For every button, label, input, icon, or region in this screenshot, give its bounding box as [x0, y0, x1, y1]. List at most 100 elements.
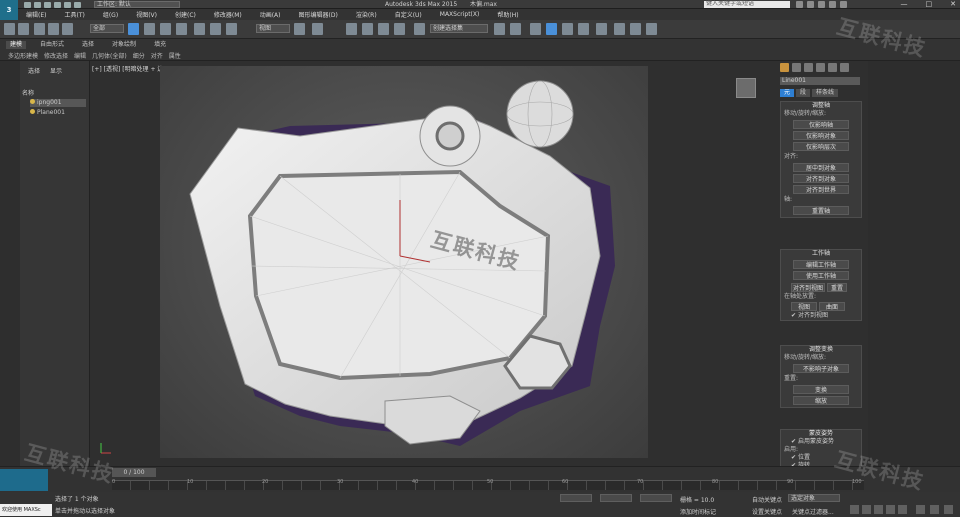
toggle-ribbon-icon[interactable] — [546, 23, 557, 35]
pivot-center-icon[interactable] — [294, 23, 305, 35]
ik-button[interactable]: 段 — [796, 89, 811, 97]
align-to-view-button[interactable]: 对齐到视图 — [791, 283, 825, 292]
tab-modeling[interactable]: 建模 — [6, 41, 27, 49]
motion-tab-icon[interactable] — [816, 63, 825, 72]
add-time-tag[interactable]: 添加时间标记 — [680, 507, 716, 516]
use-working-pivot-button[interactable]: 使用工作轴 — [793, 271, 849, 280]
x-coordinate-field[interactable] — [560, 494, 592, 502]
rotate-icon[interactable] — [210, 23, 221, 35]
display-tab-icon[interactable] — [828, 63, 837, 72]
reset-scale-button[interactable]: 缩放 — [793, 396, 849, 405]
modify-tab-icon[interactable] — [792, 63, 801, 72]
align-to-world-button[interactable]: 对齐到世界 — [793, 185, 849, 194]
pan-icon[interactable] — [930, 505, 939, 514]
undo-icon[interactable] — [54, 1, 61, 8]
rollout-title[interactable]: 工作轴 — [781, 250, 861, 258]
key-filters-button[interactable]: 关键点过滤器... — [792, 507, 834, 516]
angle-snap-icon[interactable] — [362, 23, 373, 35]
go-to-end-icon[interactable] — [898, 505, 907, 514]
curve-editor-icon[interactable] — [562, 23, 573, 35]
perspective-viewport[interactable]: [+] [透视] [明暗处理 + 边面] — [90, 61, 776, 466]
ribbon-subdivision[interactable]: 细分 — [133, 51, 145, 60]
set-key-label[interactable]: 设置关键点 — [752, 507, 782, 516]
window-crossing-icon[interactable] — [176, 23, 187, 35]
help-search-input[interactable]: 键入关键字或短语 — [704, 1, 790, 8]
position-checkbox[interactable]: 位置 — [781, 454, 861, 462]
time-slider[interactable]: 0 / 100 — [112, 468, 156, 477]
render-production-icon[interactable] — [646, 23, 657, 35]
maxscript-listener-input[interactable]: 欢迎使用 MAXSc — [0, 504, 52, 516]
explorer-item[interactable]: ipng001 — [30, 99, 86, 107]
light-bulb-icon[interactable] — [30, 99, 35, 104]
explorer-item[interactable]: Plane001 — [30, 109, 86, 117]
subscription-icon[interactable] — [807, 1, 814, 8]
ribbon-properties[interactable]: 属性 — [169, 51, 181, 60]
minimize-button[interactable]: — — [901, 0, 908, 9]
rect-selection-icon[interactable] — [160, 23, 171, 35]
select-manipulate-icon[interactable] — [312, 23, 323, 35]
material-editor-icon[interactable] — [596, 23, 607, 35]
pivot-button[interactable]: 元 — [780, 89, 795, 97]
tab-selection[interactable]: 选择 — [78, 41, 98, 49]
menu-views[interactable]: 视图(V) — [136, 10, 157, 19]
redo-icon[interactable] — [18, 23, 29, 35]
menu-customize[interactable]: 自定义(U) — [395, 10, 422, 19]
go-to-start-icon[interactable] — [850, 505, 859, 514]
next-frame-icon[interactable] — [886, 505, 895, 514]
search-icon[interactable] — [796, 1, 803, 8]
menu-group[interactable]: 组(G) — [103, 10, 118, 19]
place-surface-button[interactable]: 曲面 — [819, 302, 845, 311]
reset-pivot-button[interactable]: 重置轴 — [793, 206, 849, 215]
hierarchy-tab-icon[interactable] — [804, 63, 813, 72]
help-icon[interactable] — [840, 1, 847, 8]
scale-icon[interactable] — [226, 23, 237, 35]
link-icon[interactable] — [34, 23, 45, 35]
save-file-icon[interactable] — [44, 1, 51, 8]
explorer-tab-display[interactable]: 显示 — [50, 66, 62, 75]
viewport-canvas[interactable] — [160, 66, 648, 458]
maxscript-mini-listener[interactable] — [0, 469, 48, 491]
bind-space-warp-icon[interactable] — [62, 23, 73, 35]
render-setup-icon[interactable] — [614, 23, 625, 35]
zoom-icon[interactable] — [916, 505, 925, 514]
menu-create[interactable]: 创建(C) — [175, 10, 196, 19]
explorer-tab-select[interactable]: 选择 — [28, 66, 40, 75]
rollout-title[interactable]: 调整轴 — [781, 102, 861, 110]
spinner-snap-icon[interactable] — [394, 23, 405, 35]
named-selection-set-select[interactable]: 创建选择集 — [430, 24, 488, 33]
close-button[interactable]: ✕ — [950, 0, 956, 9]
open-file-icon[interactable] — [34, 1, 41, 8]
ribbon-polygon-modeling[interactable]: 多边形建模 — [8, 51, 38, 60]
align-to-view-checkbox[interactable]: 对齐到视图 — [781, 312, 861, 320]
undo-icon[interactable] — [4, 23, 15, 35]
menu-tools[interactable]: 工具(T) — [64, 10, 84, 19]
affect-object-only-button[interactable]: 仅影响对象 — [793, 131, 849, 140]
previous-frame-icon[interactable] — [862, 505, 871, 514]
play-icon[interactable] — [874, 505, 883, 514]
rollout-title[interactable]: 蒙皮姿势 — [781, 430, 861, 438]
tab-freeform[interactable]: 自由形式 — [36, 41, 68, 49]
menu-rendering[interactable]: 渲染(R) — [356, 10, 377, 19]
rollout-title[interactable]: 调整变换 — [781, 346, 861, 354]
object-name-field[interactable]: Line001 — [780, 77, 860, 85]
light-bulb-icon[interactable] — [30, 109, 35, 114]
orbit-icon[interactable] — [944, 505, 953, 514]
tab-populate[interactable]: 填充 — [150, 41, 170, 49]
schematic-view-icon[interactable] — [578, 23, 589, 35]
favorites-icon[interactable] — [829, 1, 836, 8]
edit-named-selection-icon[interactable] — [414, 23, 425, 35]
mirror-icon[interactable] — [494, 23, 505, 35]
ribbon-modify-selection[interactable]: 修改选择 — [44, 51, 68, 60]
z-coordinate-field[interactable] — [640, 494, 672, 502]
align-icon[interactable] — [510, 23, 521, 35]
layer-explorer-icon[interactable] — [530, 23, 541, 35]
reset-transform-button[interactable]: 变换 — [793, 385, 849, 394]
ribbon-align[interactable]: 对齐 — [151, 51, 163, 60]
rendered-frame-window-icon[interactable] — [630, 23, 641, 35]
utilities-tab-icon[interactable] — [840, 63, 849, 72]
menu-animation[interactable]: 动画(A) — [260, 10, 281, 19]
workspace-select[interactable]: 工作区: 默认 — [94, 1, 180, 8]
auto-key-label[interactable]: 自动关键点 — [752, 495, 782, 504]
select-object-icon[interactable] — [128, 23, 139, 35]
link-info-button[interactable]: 样条线 — [812, 89, 839, 97]
